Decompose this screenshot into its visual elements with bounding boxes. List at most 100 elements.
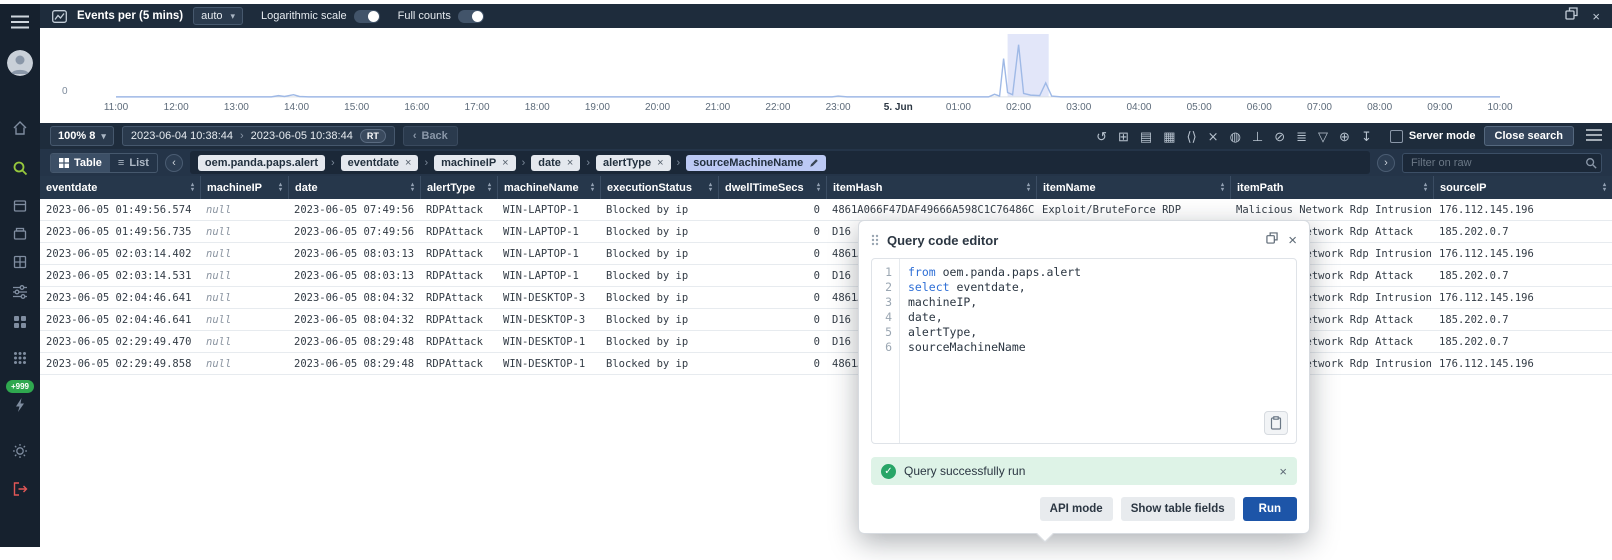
filter-chip-eventdate[interactable]: eventdate ×: [340, 154, 419, 171]
download-icon[interactable]: ↧: [1361, 130, 1372, 143]
toolbar-menu-icon[interactable]: [1586, 128, 1602, 145]
settings-gear-icon[interactable]: [0, 439, 40, 463]
sort-icons[interactable]: ▴ ▾: [1221, 182, 1224, 193]
unlink-icon[interactable]: ⊘: [1274, 130, 1285, 143]
cut-icon[interactable]: ⨯: [1208, 130, 1219, 143]
column-header-machineIP[interactable]: machineIP ▴ ▾: [200, 176, 288, 199]
server-mode-checkbox[interactable]: Server mode: [1389, 129, 1476, 143]
sort-icons[interactable]: ▴ ▾: [591, 182, 594, 193]
close-icon[interactable]: ×: [1592, 9, 1600, 24]
interval-select[interactable]: auto ▾: [193, 7, 244, 25]
realtime-badge[interactable]: RT: [359, 129, 386, 143]
back-button[interactable]: ‹ Back: [402, 126, 458, 146]
table-row[interactable]: 2023-06-05 02:29:49.858 null 2023-06-05 08…: [40, 353, 1612, 375]
avatar[interactable]: [7, 50, 33, 76]
code-icon[interactable]: ⟨⟩: [1187, 130, 1197, 143]
column-header-eventdate[interactable]: eventdate ▴ ▾: [40, 176, 200, 199]
remove-filter-icon[interactable]: ×: [502, 157, 508, 169]
log-scale-toggle[interactable]: [353, 9, 380, 23]
data-box-icon[interactable]: [0, 194, 40, 218]
remove-filter-icon[interactable]: ×: [405, 157, 411, 169]
close-icon[interactable]: ×: [1279, 464, 1287, 479]
menu-icon[interactable]: [0, 10, 40, 34]
popout-icon[interactable]: [1565, 7, 1579, 25]
copy-icon[interactable]: ⊞: [1118, 130, 1129, 143]
selected-filter-chip[interactable]: sourceMachineName: [686, 154, 827, 171]
column-header-machineName[interactable]: machineName ▴ ▾: [497, 176, 600, 199]
sort-icons[interactable]: ▴ ▾: [279, 182, 282, 193]
filter-input[interactable]: [1402, 152, 1602, 173]
notes-icon[interactable]: ▤: [1140, 130, 1152, 143]
cell-alertType: RDPAttack: [426, 357, 483, 370]
table-tools-icon[interactable]: ▦: [1163, 130, 1175, 143]
logout-icon[interactable]: [0, 477, 40, 501]
home-icon[interactable]: [0, 116, 40, 140]
column-header-sourceIP[interactable]: sourceIP ▴ ▾: [1433, 176, 1612, 199]
sliders-icon[interactable]: [0, 280, 40, 304]
grid-icon[interactable]: [0, 310, 40, 334]
full-counts-toggle[interactable]: [457, 9, 484, 23]
add-filter-icon[interactable]: ⊕: [1339, 130, 1350, 143]
time-range[interactable]: 2023-06-04 10:38:44 › 2023-06-05 10:38:4…: [121, 126, 395, 146]
checkbox-icon[interactable]: [1389, 129, 1403, 143]
sort-icons[interactable]: ▴ ▾: [817, 182, 820, 193]
column-header-dwellTimeSecs[interactable]: dwellTimeSecs ▴ ▾: [718, 176, 826, 199]
list-view-button[interactable]: ≡ List: [110, 154, 157, 172]
close-search-button[interactable]: Close search: [1483, 126, 1574, 146]
query-code[interactable]: from oem.panda.paps.alert select eventdat…: [900, 259, 1296, 443]
table-row[interactable]: 2023-06-05 02:29:49.470 null 2023-06-05 08…: [40, 331, 1612, 353]
show-table-fields-button[interactable]: Show table fields: [1120, 497, 1235, 521]
run-button[interactable]: Run: [1242, 497, 1297, 521]
scroll-left-button[interactable]: ‹: [164, 153, 183, 172]
events-chart[interactable]: 0 11:00 12:00 13:00 14:00 15:00 16:00 17:00 18:…: [40, 28, 1612, 117]
sort-icons[interactable]: ▴ ▾: [1027, 182, 1030, 193]
sort-icons[interactable]: ▴ ▾: [1603, 182, 1606, 193]
edit-pencil-icon[interactable]: [809, 158, 819, 168]
breadcrumb-table-chip[interactable]: oem.panda.paps.alert: [197, 154, 325, 171]
close-icon[interactable]: ×: [1288, 232, 1297, 249]
packages-icon[interactable]: [0, 250, 40, 274]
mask-data-icon[interactable]: ◍: [1230, 130, 1241, 143]
search-icon[interactable]: [0, 156, 40, 180]
table-row[interactable]: 2023-06-05 02:04:46.641 null 2023-06-05 08…: [40, 287, 1612, 309]
column-header-executionStatus[interactable]: executionStatus ▴ ▾: [600, 176, 718, 199]
table-row[interactable]: 2023-06-05 01:49:56.574 null 2023-06-05 07…: [40, 199, 1612, 221]
sort-icons[interactable]: ▴ ▾: [488, 182, 491, 193]
search-icon[interactable]: [1585, 157, 1597, 169]
column-header-itemHash[interactable]: itemHash ▴ ▾: [826, 176, 1036, 199]
table-row[interactable]: 2023-06-05 01:49:56.735 null 2023-06-05 07…: [40, 221, 1612, 243]
remove-filter-icon[interactable]: ×: [567, 157, 573, 169]
apps-grid-icon[interactable]: [0, 346, 40, 370]
chart-plot-area[interactable]: [116, 34, 1500, 99]
filter-chip-alertType[interactable]: alertType ×: [596, 154, 671, 171]
table-row[interactable]: 2023-06-05 02:03:14.531 null 2023-06-05 08…: [40, 265, 1612, 287]
table-row[interactable]: 2023-06-05 02:03:14.402 null 2023-06-05 08…: [40, 243, 1612, 265]
remove-filter-icon[interactable]: ×: [657, 157, 663, 169]
filter-chip-date[interactable]: date ×: [531, 154, 581, 171]
flash-icon[interactable]: [0, 393, 40, 417]
column-header-itemPath[interactable]: itemPath ▴ ▾: [1230, 176, 1433, 199]
popout-icon[interactable]: [1266, 231, 1278, 249]
archive-icon[interactable]: [0, 222, 40, 246]
history-icon[interactable]: ↺: [1096, 130, 1107, 143]
sort-icons[interactable]: ▴ ▾: [191, 182, 194, 193]
column-header-alertType[interactable]: alertType ▴ ▾: [420, 176, 497, 199]
copy-query-button[interactable]: [1264, 411, 1288, 435]
sort-icons[interactable]: ▴ ▾: [709, 182, 712, 193]
sort-icons[interactable]: ▴ ▾: [1424, 182, 1427, 193]
sort-icons[interactable]: ▴ ▾: [411, 182, 414, 193]
filter-chip-machineIP[interactable]: machineIP ×: [434, 154, 516, 171]
notifications-badge[interactable]: +999: [5, 380, 35, 393]
filter-rows-icon[interactable]: ≣: [1296, 130, 1307, 143]
column-header-itemName[interactable]: itemName ▴ ▾: [1036, 176, 1230, 199]
query-code-editor[interactable]: 123456 from oem.panda.paps.alert select e…: [871, 258, 1297, 444]
scroll-right-button[interactable]: ›: [1377, 153, 1395, 172]
column-header-date[interactable]: date ▴ ▾: [288, 176, 420, 199]
funnel-icon[interactable]: ▽: [1318, 130, 1328, 143]
zoom-select[interactable]: 100% 8 ▾: [50, 126, 114, 146]
inject-icon[interactable]: ⊥: [1252, 130, 1263, 143]
api-mode-button[interactable]: API mode: [1039, 497, 1113, 521]
table-view-button[interactable]: Table: [51, 153, 110, 172]
drag-handle-icon[interactable]: [871, 234, 879, 246]
table-row[interactable]: 2023-06-05 02:04:46.641 null 2023-06-05 08…: [40, 309, 1612, 331]
